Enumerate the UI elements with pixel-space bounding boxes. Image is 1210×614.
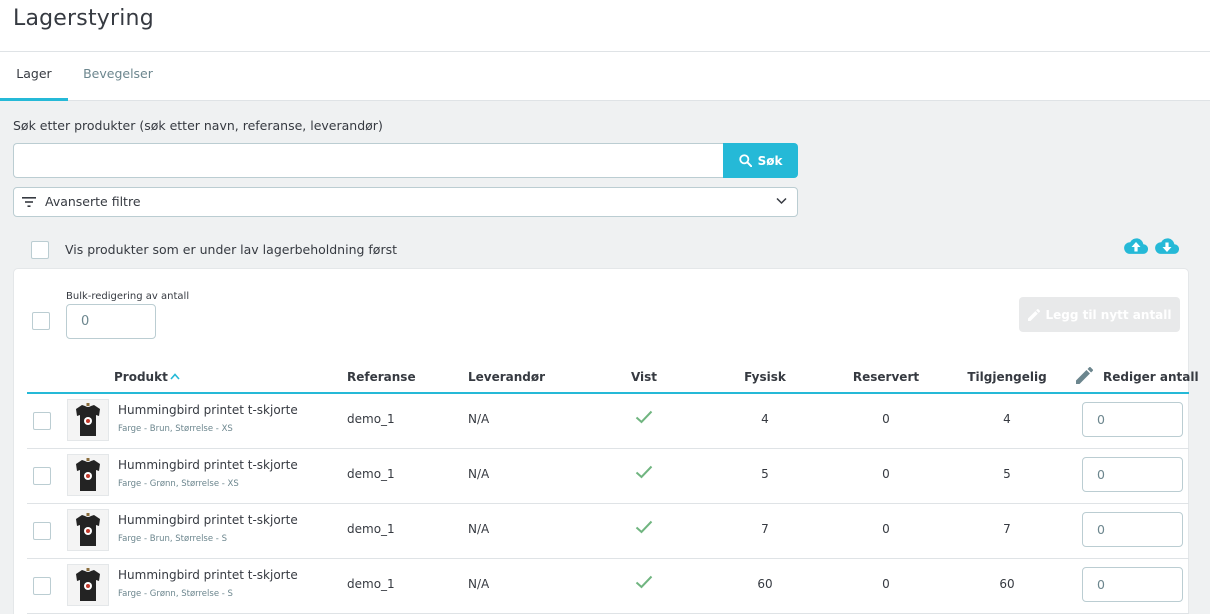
product-supplier: N/A <box>468 577 490 591</box>
product-thumbnail-image <box>76 513 100 546</box>
product-supplier: N/A <box>468 412 490 426</box>
col-header-reserved[interactable]: Reservert <box>853 370 919 384</box>
check-icon <box>635 465 653 479</box>
row-select-checkbox[interactable] <box>33 467 51 485</box>
filter-icon <box>22 197 36 207</box>
product-thumbnail[interactable] <box>67 454 109 496</box>
reserved-quantity: 0 <box>882 577 890 591</box>
tabs-bar: Lager Bevegelser <box>0 52 1210 101</box>
col-header-physical[interactable]: Fysisk <box>744 370 786 384</box>
row-select-checkbox[interactable] <box>33 412 51 430</box>
product-attributes: Farge - Brun, Størrelse - S <box>118 534 227 544</box>
cloud-upload-icon[interactable] <box>1124 237 1148 255</box>
product-name[interactable]: Hummingbird printet t-skjorte <box>118 513 298 527</box>
product-reference: demo_1 <box>347 522 395 536</box>
search-icon <box>738 154 752 167</box>
edit-quantity-input[interactable] <box>1082 402 1183 437</box>
check-icon <box>635 575 653 589</box>
tab-bevegelser[interactable]: Bevegelser <box>70 52 166 101</box>
product-name[interactable]: Hummingbird printet t-skjorte <box>118 403 298 417</box>
sort-ascending-icon[interactable] <box>170 373 180 380</box>
product-attributes: Farge - Brun, Størrelse - XS <box>118 424 233 434</box>
product-attributes: Farge - Grønn, Størrelse - S <box>118 589 233 599</box>
search-button[interactable]: Søk <box>723 143 798 178</box>
check-icon <box>635 410 653 424</box>
physical-quantity: 7 <box>761 522 769 536</box>
bulk-quantity-input[interactable] <box>66 304 156 339</box>
edit-quantity-input[interactable] <box>1082 512 1183 547</box>
table-row: Hummingbird printet t-skjorte Farge - Bru… <box>27 504 1189 559</box>
col-header-reference[interactable]: Referanse <box>347 370 416 384</box>
product-thumbnail-image <box>76 458 100 491</box>
row-select-checkbox[interactable] <box>33 522 51 540</box>
row-select-checkbox[interactable] <box>33 577 51 595</box>
col-header-supplier[interactable]: Leverandør <box>468 370 545 384</box>
product-thumbnail-image <box>76 403 100 436</box>
edit-quantity-input[interactable] <box>1082 567 1183 602</box>
cloud-download-icon[interactable] <box>1155 237 1179 255</box>
product-thumbnail[interactable] <box>67 564 109 606</box>
bulk-select-all-checkbox[interactable] <box>32 312 50 330</box>
col-header-edit-quantity: Rediger antall <box>1103 370 1199 384</box>
edit-quantity-input[interactable] <box>1082 457 1183 492</box>
physical-quantity: 60 <box>757 577 773 591</box>
bulk-edit-label: Bulk-redigering av antall <box>66 291 190 302</box>
available-quantity: 7 <box>1003 522 1011 536</box>
col-header-product[interactable]: Produkt <box>114 370 168 384</box>
product-reference: demo_1 <box>347 467 395 481</box>
product-supplier: N/A <box>468 467 490 481</box>
advanced-filters-label: Avanserte filtre <box>45 194 141 209</box>
available-quantity: 60 <box>999 577 1015 591</box>
search-input[interactable] <box>13 143 724 178</box>
add-new-quantity-label: Legg til nytt antall <box>1045 307 1172 322</box>
search-button-label: Søk <box>757 153 783 168</box>
low-stock-first-checkbox[interactable] <box>31 241 49 259</box>
product-supplier: N/A <box>468 522 490 536</box>
col-header-shown[interactable]: Vist <box>631 370 657 384</box>
reserved-quantity: 0 <box>882 522 890 536</box>
search-label: Søk etter produkter (søk etter navn, ref… <box>13 118 383 133</box>
add-new-quantity-button[interactable]: Legg til nytt antall <box>1019 297 1180 332</box>
chevron-down-icon <box>776 197 787 205</box>
page-title: Lagerstyring <box>13 6 154 31</box>
product-thumbnail[interactable] <box>67 509 109 551</box>
available-quantity: 5 <box>1003 467 1011 481</box>
physical-quantity: 4 <box>761 412 769 426</box>
table-row: Hummingbird printet t-skjorte Farge - Grø… <box>27 559 1189 614</box>
pencil-icon <box>1027 308 1040 321</box>
check-icon <box>635 520 653 534</box>
col-header-available[interactable]: Tilgjengelig <box>967 370 1046 384</box>
product-reference: demo_1 <box>347 577 395 591</box>
tab-lager[interactable]: Lager <box>0 52 68 101</box>
product-reference: demo_1 <box>347 412 395 426</box>
product-thumbnail-image <box>76 568 100 601</box>
reserved-quantity: 0 <box>882 467 890 481</box>
pencil-icon <box>1076 367 1093 384</box>
available-quantity: 4 <box>1003 412 1011 426</box>
page-header: Lagerstyring <box>0 0 1210 52</box>
table-row: Hummingbird printet t-skjorte Farge - Bru… <box>27 394 1189 449</box>
reserved-quantity: 0 <box>882 412 890 426</box>
advanced-filters-dropdown[interactable]: Avanserte filtre <box>13 187 798 217</box>
table-row: Hummingbird printet t-skjorte Farge - Grø… <box>27 449 1189 504</box>
product-thumbnail[interactable] <box>67 399 109 441</box>
product-attributes: Farge - Grønn, Størrelse - XS <box>118 479 239 489</box>
low-stock-first-label: Vis produkter som er under lav lagerbeho… <box>65 242 398 257</box>
physical-quantity: 5 <box>761 467 769 481</box>
product-name[interactable]: Hummingbird printet t-skjorte <box>118 568 298 582</box>
product-name[interactable]: Hummingbird printet t-skjorte <box>118 458 298 472</box>
